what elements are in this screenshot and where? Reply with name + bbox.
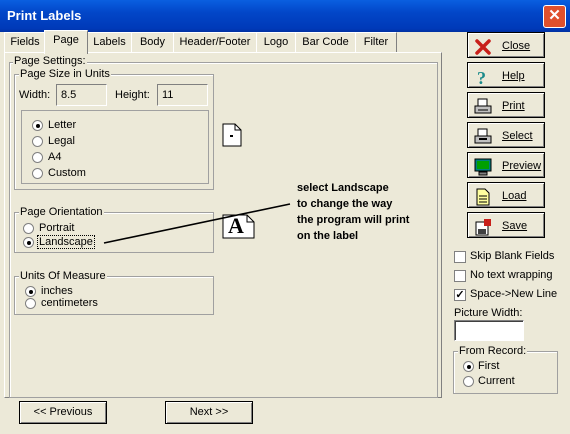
picture-width-input[interactable] xyxy=(454,320,524,341)
print-button-label: Print xyxy=(502,100,525,112)
radio-current[interactable] xyxy=(463,376,474,387)
previous-button-label: << Previous xyxy=(33,406,93,418)
svg-text:?: ? xyxy=(477,68,486,86)
close-button-label: Close xyxy=(502,40,531,52)
close-button[interactable]: Close xyxy=(467,32,545,58)
close-x-icon xyxy=(475,39,491,55)
radio-first[interactable] xyxy=(463,361,474,372)
select-printer-icon xyxy=(474,128,492,144)
radio-centimeters[interactable] xyxy=(25,298,36,309)
tab-page[interactable]: Page xyxy=(44,30,88,54)
radio-inches[interactable] xyxy=(25,286,36,297)
select-button[interactable]: Select xyxy=(467,122,545,148)
select-button-label: Select xyxy=(502,130,533,142)
help-question-icon: ? xyxy=(477,68,486,86)
from-record-group xyxy=(453,351,558,394)
load-button[interactable]: Load xyxy=(467,182,545,208)
picture-width-label: Picture Width: xyxy=(454,307,523,319)
load-document-icon xyxy=(476,188,490,206)
monitor-icon xyxy=(474,158,492,176)
help-button[interactable]: ? Help xyxy=(467,62,545,88)
printer-icon xyxy=(474,98,492,114)
save-button-label: Save xyxy=(502,220,528,232)
save-button[interactable]: Save xyxy=(467,212,545,238)
from-record-label: From Record: xyxy=(458,345,528,357)
previous-button[interactable]: << Previous xyxy=(19,401,107,424)
space-newline-label: Space->New Line xyxy=(470,288,558,300)
radio-inches-label: inches xyxy=(41,285,73,297)
next-button[interactable]: Next >> xyxy=(165,401,253,424)
preview-button[interactable]: Preview xyxy=(467,152,545,178)
save-icon xyxy=(475,219,491,236)
radio-centimeters-label: centimeters xyxy=(41,297,98,309)
skip-blank-label: Skip Blank Fields xyxy=(470,250,555,262)
preview-button-label: Preview xyxy=(502,160,542,172)
no-wrap-checkbox[interactable] xyxy=(454,270,466,282)
next-button-label: Next >> xyxy=(189,406,229,418)
skip-blank-checkbox[interactable] xyxy=(454,251,466,263)
no-wrap-label: No text wrapping xyxy=(470,269,553,281)
radio-current-label: Current xyxy=(478,375,515,387)
help-button-label: Help xyxy=(502,70,525,82)
units-label: Units Of Measure xyxy=(19,270,107,282)
print-button[interactable]: Print xyxy=(467,92,545,118)
radio-first-label: First xyxy=(478,360,500,372)
space-newline-checkbox[interactable]: ✓ xyxy=(454,289,466,301)
load-button-label: Load xyxy=(502,190,527,202)
